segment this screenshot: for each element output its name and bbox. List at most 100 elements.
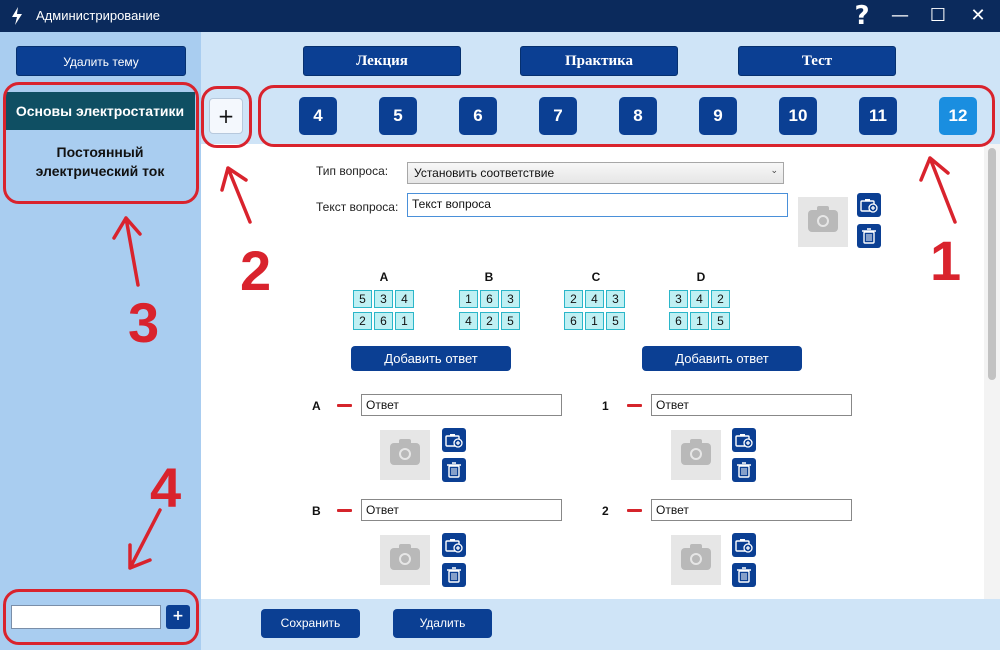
grid-cell[interactable]: 4 — [459, 312, 478, 330]
grid-cell[interactable]: 6 — [669, 312, 688, 330]
answer-label: 1 — [602, 399, 609, 413]
answer-image-placeholder — [671, 430, 721, 480]
add-image-button[interactable] — [442, 533, 466, 557]
question-type-select[interactable]: Установить соответствие ⌄ — [407, 162, 784, 184]
camera-icon — [808, 206, 838, 232]
answer-input[interactable]: Ответ — [651, 499, 852, 521]
grid-cell[interactable]: 2 — [711, 290, 730, 308]
maximize-button[interactable]: ☐ — [918, 0, 958, 32]
answer-label: A — [312, 399, 321, 413]
delete-image-button[interactable] — [732, 563, 756, 587]
grid-letter: A — [379, 270, 389, 284]
add-image-icon — [445, 539, 463, 553]
trash-icon — [862, 228, 876, 244]
tab-test[interactable]: Тест — [738, 46, 896, 76]
grid-cell[interactable]: 5 — [606, 312, 625, 330]
camera-icon — [390, 439, 420, 465]
title-bar: Администрирование ? — ☐ ✕ — [0, 0, 1000, 32]
grid-cell[interactable]: 3 — [374, 290, 393, 308]
add-image-button[interactable] — [732, 428, 756, 452]
save-button[interactable]: Сохранить — [261, 609, 360, 638]
add-image-icon — [735, 539, 753, 553]
grid-cell[interactable]: 1 — [459, 290, 478, 308]
window-title: Администрирование — [36, 8, 160, 23]
answer-input[interactable]: Ответ — [651, 394, 852, 416]
add-image-button[interactable] — [857, 193, 881, 217]
question-text-label: Текст вопроса: — [316, 200, 399, 214]
dash-marker — [627, 509, 642, 512]
answer-label: 2 — [602, 504, 609, 518]
annotation-number: 2 — [240, 239, 272, 302]
annotation-frame-4 — [3, 589, 199, 645]
add-image-button[interactable] — [732, 533, 756, 557]
trash-icon — [737, 462, 751, 478]
trash-icon — [447, 462, 461, 478]
camera-icon — [681, 439, 711, 465]
grid-cell[interactable]: 4 — [585, 290, 604, 308]
annotation-number: 1 — [930, 229, 962, 292]
annotation-number: 4 — [150, 456, 182, 519]
grid-cell[interactable]: 5 — [501, 312, 520, 330]
grid-cell[interactable]: 1 — [585, 312, 604, 330]
dash-marker — [627, 404, 642, 407]
dash-marker — [337, 404, 352, 407]
delete-button[interactable]: Удалить — [393, 609, 492, 638]
grid-letter: C — [591, 270, 601, 284]
grid-letter: B — [484, 270, 494, 284]
minimize-button[interactable]: — — [880, 0, 920, 32]
grid-cell[interactable]: 6 — [564, 312, 583, 330]
chevron-down-icon: ⌄ — [770, 165, 778, 175]
delete-image-button[interactable] — [857, 224, 881, 248]
grid-cell[interactable]: 3 — [501, 290, 520, 308]
question-image-placeholder — [798, 197, 848, 247]
answer-image-placeholder — [671, 535, 721, 585]
answer-label: B — [312, 504, 321, 518]
tab-lecture[interactable]: Лекция — [303, 46, 461, 76]
add-image-icon — [735, 434, 753, 448]
grid-cell[interactable]: 2 — [480, 312, 499, 330]
add-image-button[interactable] — [442, 428, 466, 452]
answer-input[interactable]: Ответ — [361, 499, 562, 521]
question-text-input[interactable]: Текст вопроса — [407, 193, 788, 217]
camera-icon — [390, 544, 420, 570]
delete-topic-button[interactable]: Удалить тему — [16, 46, 186, 76]
scrollbar-thumb[interactable] — [988, 148, 996, 380]
delete-image-button[interactable] — [732, 458, 756, 482]
help-button[interactable]: ? — [842, 0, 882, 32]
lightning-icon — [12, 7, 22, 25]
grid-cell[interactable]: 4 — [395, 290, 414, 308]
annotation-frame-1 — [258, 85, 995, 147]
grid-cell[interactable]: 2 — [353, 312, 372, 330]
grid-letter: D — [696, 270, 706, 284]
delete-image-button[interactable] — [442, 458, 466, 482]
add-image-icon — [445, 434, 463, 448]
tab-practice[interactable]: Практика — [520, 46, 678, 76]
delete-image-button[interactable] — [442, 563, 466, 587]
grid-cell[interactable]: 4 — [690, 290, 709, 308]
trash-icon — [737, 567, 751, 583]
trash-icon — [447, 567, 461, 583]
close-button[interactable]: ✕ — [958, 0, 998, 32]
grid-cell[interactable]: 1 — [690, 312, 709, 330]
add-answer-right-button[interactable]: Добавить ответ — [642, 346, 802, 371]
annotation-number: 3 — [128, 291, 160, 354]
grid-cell[interactable]: 6 — [480, 290, 499, 308]
scrollbar[interactable] — [984, 144, 1000, 599]
grid-cell[interactable]: 2 — [564, 290, 583, 308]
grid-cell[interactable]: 1 — [395, 312, 414, 330]
answer-image-placeholder — [380, 430, 430, 480]
add-image-icon — [860, 199, 878, 213]
grid-cell[interactable]: 6 — [374, 312, 393, 330]
annotation-frame-3 — [3, 82, 199, 204]
grid-cell[interactable]: 5 — [353, 290, 372, 308]
grid-cell[interactable]: 3 — [606, 290, 625, 308]
grid-cell[interactable]: 5 — [711, 312, 730, 330]
answer-input[interactable]: Ответ — [361, 394, 562, 416]
add-answer-left-button[interactable]: Добавить ответ — [351, 346, 511, 371]
question-type-label: Тип вопроса: — [316, 164, 389, 178]
dash-marker — [337, 509, 352, 512]
grid-cell[interactable]: 3 — [669, 290, 688, 308]
camera-icon — [681, 544, 711, 570]
annotation-frame-2 — [201, 86, 252, 148]
answer-image-placeholder — [380, 535, 430, 585]
